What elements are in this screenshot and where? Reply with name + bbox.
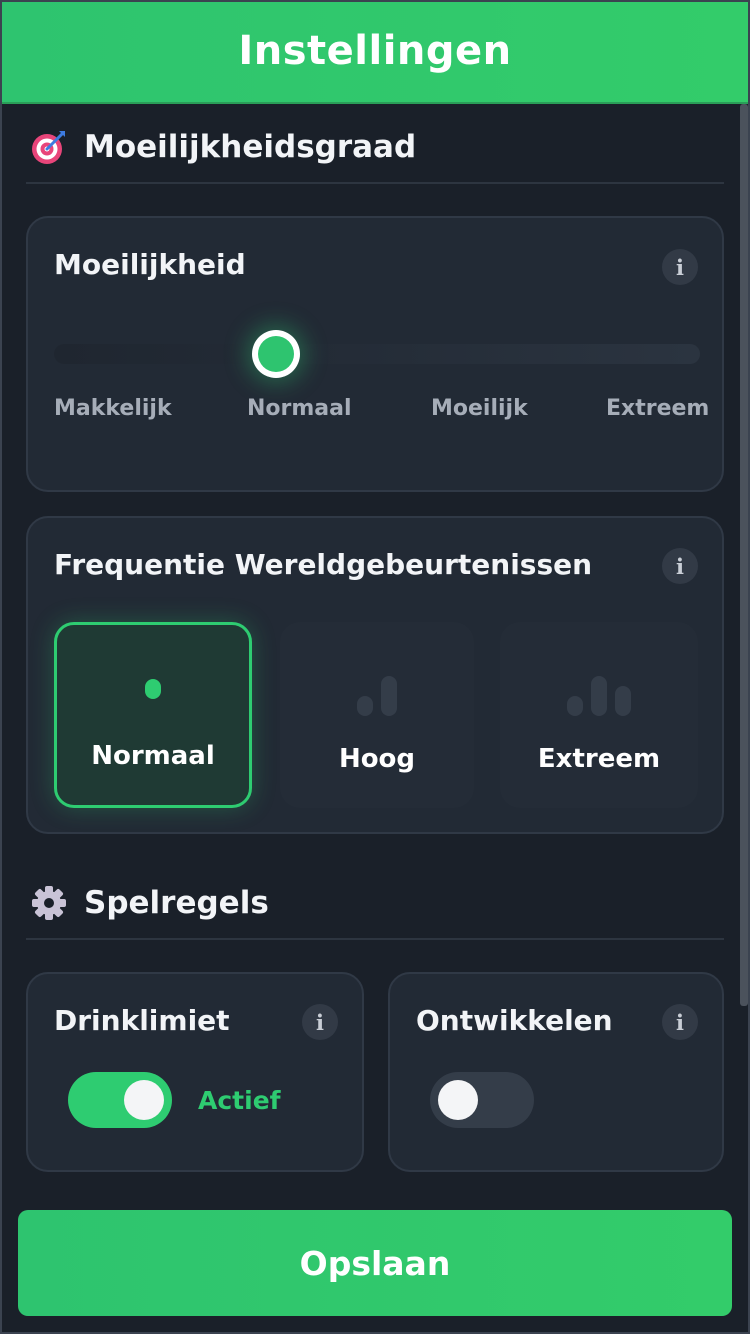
section-title-label: Moeilijkheidsgraad — [84, 129, 417, 165]
option-label: Hoog — [338, 744, 416, 774]
toggle-knob — [438, 1080, 478, 1120]
difficulty-card: Moeilijkheid i Makkelijk Normaal Moeilij… — [26, 216, 724, 492]
save-button[interactable]: Opslaan — [18, 1210, 732, 1316]
info-button[interactable]: i — [662, 249, 698, 285]
info-button[interactable]: i — [662, 548, 698, 584]
target-icon — [32, 131, 65, 164]
level-label-easy[interactable]: Makkelijk — [54, 396, 172, 421]
scrollbar[interactable] — [740, 104, 748, 1006]
divider — [26, 938, 724, 940]
world-events-card: Frequentie Wereldgebeurtenissen i Normaa… — [26, 516, 724, 834]
option-normal[interactable]: Normaal — [54, 622, 252, 808]
develop-toggle[interactable] — [430, 1072, 534, 1128]
difficulty-slider-track[interactable] — [54, 344, 700, 364]
option-label: Extreem — [537, 744, 661, 774]
section-title-label: Spelregels — [84, 885, 269, 921]
section-title-rules: Spelregels — [30, 884, 269, 922]
bars-3-icon — [567, 676, 631, 716]
card-title: Drinklimiet — [54, 1004, 230, 1037]
level-label-extreme[interactable]: Extreem — [606, 396, 709, 421]
gear-icon — [32, 886, 66, 920]
bars-1-icon — [145, 679, 161, 699]
section-title-difficulty: Moeilijkheidsgraad — [30, 128, 416, 166]
level-label-hard[interactable]: Moeilijk — [431, 396, 528, 421]
card-title: Ontwikkelen — [416, 1004, 613, 1037]
toggle-knob — [124, 1080, 164, 1120]
page-title: Instellingen — [238, 28, 512, 74]
toggle-state-label: Actief — [198, 1086, 281, 1115]
option-extreme[interactable]: Extreem — [500, 622, 698, 808]
drink-limit-card: Drinklimiet i Actief — [26, 972, 364, 1172]
header-bar: Instellingen — [0, 0, 750, 104]
difficulty-slider-thumb[interactable] — [252, 330, 300, 378]
slider-thumb-dot — [258, 336, 294, 372]
option-high[interactable]: Hoog — [280, 622, 474, 808]
drink-limit-toggle[interactable] — [68, 1072, 172, 1128]
info-button[interactable]: i — [302, 1004, 338, 1040]
develop-card: Ontwikkelen i — [388, 972, 724, 1172]
bars-2-icon — [357, 676, 397, 716]
card-title: Frequentie Wereldgebeurtenissen — [54, 548, 593, 581]
info-button[interactable]: i — [662, 1004, 698, 1040]
card-title: Moeilijkheid — [54, 248, 246, 281]
level-label-normal[interactable]: Normaal — [247, 396, 352, 421]
divider — [26, 182, 724, 184]
option-label: Normaal — [91, 741, 215, 771]
